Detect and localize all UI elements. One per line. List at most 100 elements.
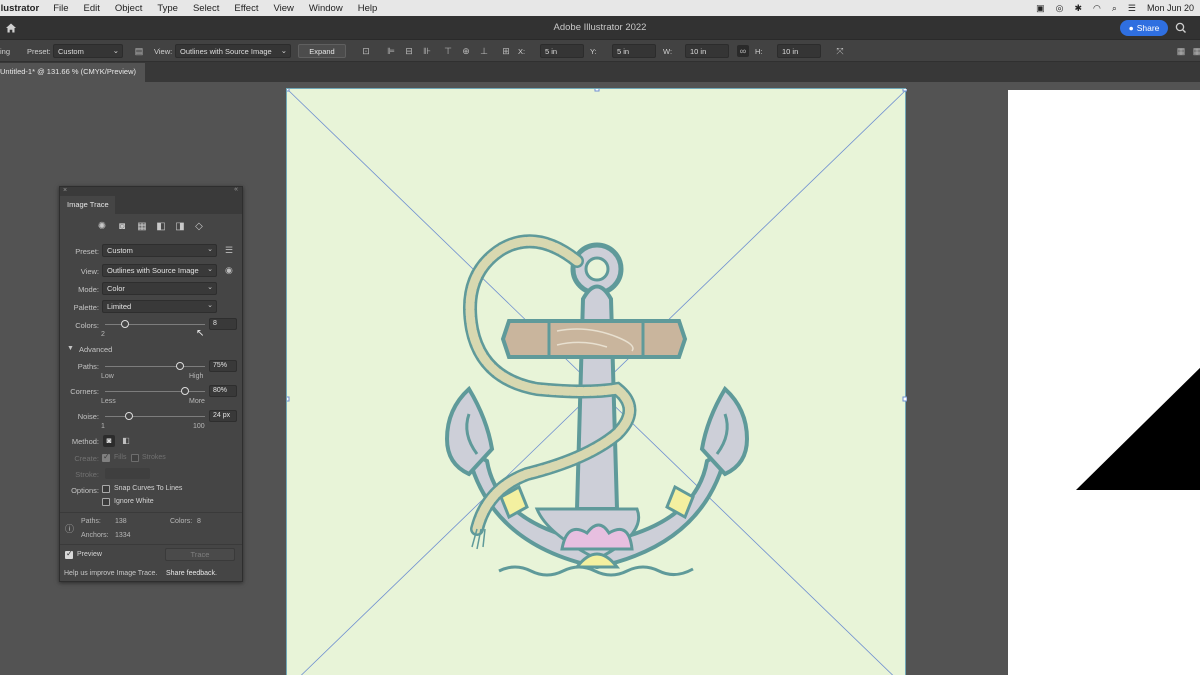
share-feedback-link[interactable]: Share feedback.: [166, 570, 217, 577]
paths-value-field[interactable]: 75%: [209, 360, 237, 372]
black-white-icon[interactable]: ◨: [174, 221, 186, 233]
expand-button[interactable]: Expand: [298, 44, 346, 58]
app-menu[interactable]: llustrator: [0, 3, 39, 14]
h-field[interactable]: 10 in: [777, 44, 821, 58]
align-to-icon[interactable]: ⊡: [360, 45, 372, 57]
collapse-icon[interactable]: «: [234, 186, 238, 193]
mode-select[interactable]: Color ⌄: [102, 282, 217, 295]
align-right-icon[interactable]: ⊪: [421, 45, 433, 57]
h-label: H:: [755, 47, 763, 56]
ignore-white-checkbox[interactable]: [102, 498, 110, 506]
stroke-width-field[interactable]: [105, 468, 150, 479]
align-center-icon[interactable]: ⊟: [403, 45, 415, 57]
second-artboard[interactable]: [1008, 90, 1200, 675]
corners-label: Corners:: [70, 387, 99, 396]
bluetooth-icon[interactable]: ✱: [1074, 3, 1082, 14]
noise-slider[interactable]: [105, 416, 205, 417]
w-label: W:: [663, 47, 673, 56]
search-button[interactable]: [1174, 20, 1188, 36]
corners-slider[interactable]: [105, 391, 205, 392]
link-icon[interactable]: ∞: [737, 45, 749, 57]
strokes-checkbox[interactable]: [131, 454, 139, 462]
artboard[interactable]: [284, 86, 908, 675]
arrange-documents-icon[interactable]: ▦: [1175, 45, 1187, 57]
advanced-label[interactable]: Advanced: [79, 345, 112, 354]
menu-object[interactable]: Object: [115, 3, 142, 14]
paths-label: Paths:: [77, 362, 99, 371]
paths-slider-knob[interactable]: [176, 362, 184, 370]
feedback-text: Help us improve Image Trace.: [64, 570, 158, 577]
share-button[interactable]: ● Share: [1120, 20, 1168, 36]
manage-presets-icon[interactable]: ☰: [225, 245, 233, 256]
corners-value-field[interactable]: 80%: [209, 385, 237, 397]
auto-color-icon[interactable]: ✺: [96, 221, 108, 233]
colors-slider[interactable]: [105, 324, 205, 325]
colors-slider-knob[interactable]: [121, 320, 129, 328]
menu-effect[interactable]: Effect: [234, 3, 258, 14]
colors-value-field[interactable]: 8: [209, 318, 237, 330]
preset-select[interactable]: Custom ⌄: [53, 44, 123, 58]
disclosure-triangle-icon[interactable]: ▼: [67, 345, 74, 352]
palette-select[interactable]: Limited ⌄: [102, 300, 217, 313]
panel-preset-select[interactable]: Custom ⌄: [102, 244, 217, 257]
align-bottom-icon[interactable]: ⊥: [478, 45, 490, 57]
outline-icon[interactable]: ◇: [193, 221, 205, 233]
overlapping-method-icon[interactable]: ◧: [120, 435, 132, 447]
w-field[interactable]: 10 in: [685, 44, 729, 58]
y-field[interactable]: 5 in: [612, 44, 656, 58]
black-triangle-shape[interactable]: [1008, 90, 1200, 675]
fills-checkbox[interactable]: [102, 452, 110, 462]
eye-icon[interactable]: ◉: [225, 265, 233, 276]
low-color-icon[interactable]: ▦: [136, 221, 148, 233]
panel-grip[interactable]: × «: [60, 186, 242, 196]
panel-view-value: Outlines with Source Image: [107, 266, 199, 275]
paths-stat-value: 138: [115, 518, 127, 525]
corners-slider-knob[interactable]: [181, 387, 189, 395]
creative-cloud-icon[interactable]: ◎: [1056, 3, 1064, 14]
screen-record-icon[interactable]: ▣: [1036, 3, 1045, 14]
home-button[interactable]: [2, 20, 20, 36]
traced-anchor-artwork[interactable]: [284, 86, 908, 675]
align-top-icon[interactable]: ⊤: [442, 45, 454, 57]
preview-checkbox[interactable]: [65, 549, 73, 559]
panel-view-select[interactable]: Outlines with Source Image ⌄: [102, 264, 217, 277]
panel-menu-icon[interactable]: ▦: [1191, 45, 1200, 57]
colors-label: Colors:: [75, 321, 99, 330]
x-field[interactable]: 5 in: [540, 44, 584, 58]
close-icon[interactable]: ×: [63, 187, 67, 194]
align-middle-icon[interactable]: ⊕: [460, 45, 472, 57]
spotlight-search-icon[interactable]: ⌕: [1112, 3, 1117, 14]
transform-icon[interactable]: ⤧: [834, 45, 846, 57]
chevron-down-icon: ⌄: [207, 266, 213, 273]
high-color-icon[interactable]: ◙: [116, 221, 128, 233]
menu-help[interactable]: Help: [358, 3, 378, 14]
title-bar: Adobe Illustrator 2022: [0, 16, 1200, 40]
noise-value-field[interactable]: 24 px: [209, 410, 237, 422]
menu-window[interactable]: Window: [309, 3, 343, 14]
paths-slider[interactable]: [105, 366, 205, 367]
y-label: Y:: [590, 47, 597, 56]
trace-button[interactable]: Trace: [165, 548, 235, 561]
snap-curves-checkbox[interactable]: [102, 485, 110, 493]
image-trace-panel: × « Image Trace ✺ ◙ ▦ ◧ ◨ ◇ Preset: Cust…: [59, 186, 243, 582]
chevron-down-icon: ⌄: [207, 284, 213, 291]
wifi-icon[interactable]: ◠: [1093, 3, 1101, 14]
info-icon: ⓘ: [65, 524, 75, 534]
transform-grid-icon[interactable]: ⊞: [500, 45, 512, 57]
control-center-icon[interactable]: ☰: [1128, 3, 1136, 14]
grayscale-icon[interactable]: ◧: [155, 221, 167, 233]
image-trace-panel-icon[interactable]: ▤: [133, 45, 145, 57]
panel-tab-image-trace[interactable]: Image Trace: [60, 196, 115, 214]
document-tab[interactable]: Untitled-1* @ 131.66 % (CMYK/Preview): [0, 63, 145, 82]
noise-slider-knob[interactable]: [125, 412, 133, 420]
view-select[interactable]: Outlines with Source Image ⌄: [175, 44, 291, 58]
menu-file[interactable]: File: [53, 3, 68, 14]
menubar-clock[interactable]: Mon Jun 20: [1147, 3, 1194, 13]
align-left-icon[interactable]: ⊫: [385, 45, 397, 57]
menu-view[interactable]: View: [273, 3, 293, 14]
menu-select[interactable]: Select: [193, 3, 219, 14]
menu-edit[interactable]: Edit: [84, 3, 100, 14]
ignore-white-label: Ignore White: [114, 498, 154, 505]
abutting-method-icon[interactable]: ◙: [103, 435, 115, 447]
menu-type[interactable]: Type: [157, 3, 178, 14]
